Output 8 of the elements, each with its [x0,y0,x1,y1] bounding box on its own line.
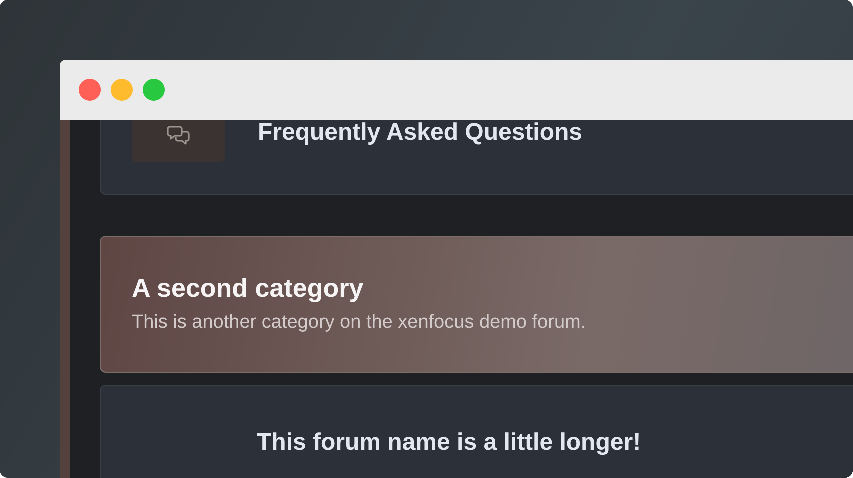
minimize-button[interactable] [111,79,133,101]
category-description: This is another category on the xenfocus demo forum. [132,311,588,335]
zoom-button[interactable] [143,79,165,101]
category-title[interactable]: A second category [132,272,853,304]
chat-bubbles-icon [166,124,190,146]
forum-title[interactable]: Frequently Asked Questions [258,120,583,148]
close-button[interactable] [79,79,101,101]
forum-title[interactable]: This forum name is a little longer! [257,428,642,458]
